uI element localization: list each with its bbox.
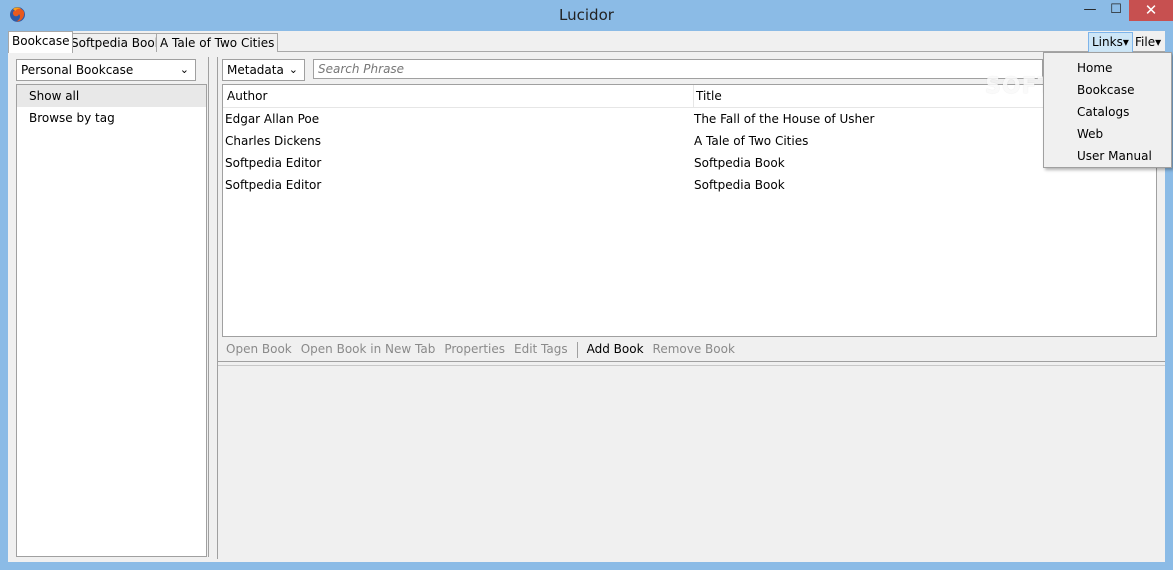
- close-button[interactable]: ✕: [1129, 0, 1173, 21]
- menu-item-web[interactable]: Web: [1044, 123, 1171, 145]
- chevron-down-icon: ⌄: [288, 63, 298, 76]
- table-row[interactable]: Softpedia Editor Softpedia Book: [223, 174, 1156, 196]
- cell-author: Softpedia Editor: [225, 178, 322, 192]
- menu-item-bookcase[interactable]: Bookcase: [1044, 79, 1171, 101]
- book-actions-bar: Open Book Open Book in New Tab Properties E…: [226, 340, 744, 358]
- window-title: Lucidor: [559, 6, 614, 24]
- sidebar-item-show-all[interactable]: Show all: [17, 85, 206, 107]
- sidebar-list: Show all Browse by tag: [16, 84, 207, 557]
- sidebar: Personal Bookcase ⌄ Show all Browse by t…: [14, 57, 209, 557]
- file-menu-button[interactable]: File▾: [1131, 32, 1165, 53]
- splitter[interactable]: [217, 57, 218, 559]
- cell-author: Charles Dickens: [225, 134, 321, 148]
- sidebar-item-browse-by-tag[interactable]: Browse by tag: [17, 107, 206, 129]
- chevron-down-icon: ⌄: [179, 63, 189, 76]
- table-row[interactable]: Softpedia Editor Softpedia Book: [223, 152, 1156, 174]
- menu-item-catalogs[interactable]: Catalogs: [1044, 101, 1171, 123]
- tab-bar: Bookcase Softpedia Book A Tale of Two Ci…: [8, 31, 1165, 53]
- minimize-button[interactable]: —: [1077, 0, 1103, 21]
- open-book-new-tab-button[interactable]: Open Book in New Tab: [301, 340, 436, 358]
- tab-a-tale-of-two-cities[interactable]: A Tale of Two Cities: [156, 33, 279, 52]
- panel-splitter[interactable]: [218, 361, 1165, 362]
- links-dropdown-menu: Home Bookcase Catalogs Web User Manual: [1043, 52, 1172, 168]
- metadata-select[interactable]: Metadata ⌄: [222, 59, 305, 81]
- properties-button[interactable]: Properties: [444, 340, 505, 358]
- cell-title: A Tale of Two Cities: [694, 134, 809, 148]
- column-header-author[interactable]: Author: [223, 85, 694, 107]
- menu-item-user-manual[interactable]: User Manual: [1044, 145, 1171, 167]
- table-row[interactable]: Edgar Allan Poe The Fall of the House of…: [223, 108, 1156, 130]
- cell-author: Softpedia Editor: [225, 156, 322, 170]
- bookcase-select-value: Personal Bookcase: [21, 63, 134, 77]
- tab-bookcase[interactable]: Bookcase: [8, 31, 74, 53]
- remove-book-button[interactable]: Remove Book: [653, 340, 735, 358]
- search-input[interactable]: Search Phrase: [313, 59, 1043, 79]
- action-divider: [576, 341, 578, 358]
- open-book-button[interactable]: Open Book: [226, 340, 292, 358]
- main-window: Bookcase Softpedia Book A Tale of Two Ci…: [8, 31, 1165, 562]
- cell-title: Softpedia Book: [694, 156, 785, 170]
- add-book-button[interactable]: Add Book: [587, 340, 644, 358]
- maximize-button[interactable]: ☐: [1103, 0, 1129, 21]
- edit-tags-button[interactable]: Edit Tags: [514, 340, 568, 358]
- cell-title: Softpedia Book: [694, 178, 785, 192]
- panel-splitter-shadow: [218, 365, 1165, 366]
- table-row[interactable]: Charles Dickens A Tale of Two Cities: [223, 130, 1156, 152]
- title-bar: Lucidor — ☐ ✕: [0, 0, 1173, 31]
- tab-softpedia-book[interactable]: Softpedia Book: [67, 33, 166, 52]
- metadata-select-value: Metadata: [227, 63, 284, 77]
- cell-author: Edgar Allan Poe: [225, 112, 320, 126]
- cell-title: The Fall of the House of Usher: [694, 112, 875, 126]
- books-table: Author Title Edgar Allan Poe The Fall of…: [222, 84, 1157, 337]
- bookcase-select[interactable]: Personal Bookcase ⌄: [16, 59, 196, 81]
- menu-item-home[interactable]: Home: [1044, 57, 1171, 79]
- links-menu-button[interactable]: Links▾: [1088, 32, 1133, 53]
